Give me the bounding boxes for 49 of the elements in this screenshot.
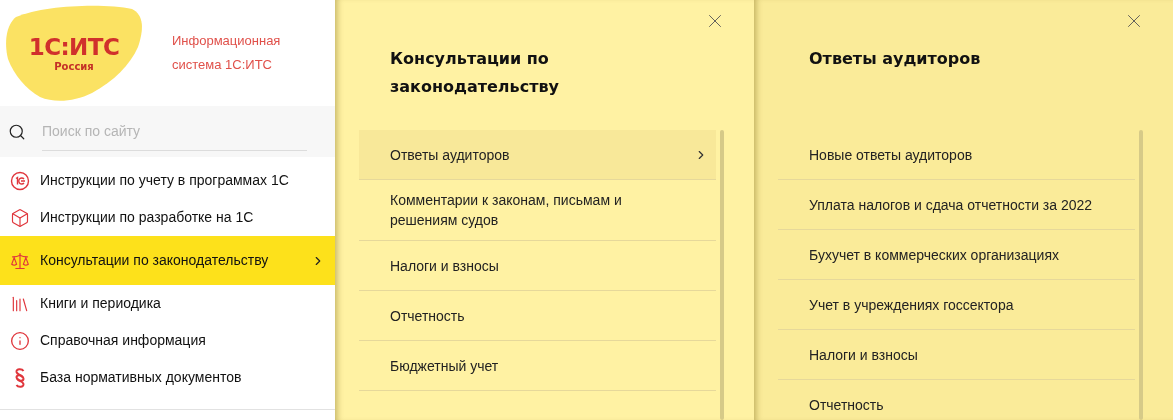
submenu-item[interactable]: Налоги и взносы (778, 330, 1135, 380)
nav-item[interactable]: Инструкции по учету в программах 1С (0, 162, 335, 199)
submenu-item-label: Бухучет в коммерческих организациях (809, 245, 1059, 265)
scales-icon (10, 250, 30, 271)
submenu-item[interactable]: Бюджетный учет (359, 341, 716, 391)
submenu-item-label: Отчетность (809, 395, 884, 415)
logo[interactable]: 1С:ИТС Россия (4, 3, 144, 103)
submenu-item-label: Комментарии к законам, письмам и решениям судов (390, 191, 623, 230)
submenu-item-label: Уплата налогов и сдача отчетности за 2022 (809, 195, 1093, 215)
submenu-item[interactable]: Отчетность (778, 380, 1135, 420)
nav-item-label: Консультации по законодательству (40, 251, 270, 270)
nav-item-label: Книги и периодика (40, 294, 162, 313)
nav-item-label: Справочная информация (40, 331, 207, 350)
panel-title: Ответы аудиторов (809, 48, 982, 70)
submenu-item[interactable]: Учет в учреждениях госсектора (778, 280, 1135, 330)
nav-item-label: База нормативных документов (40, 368, 243, 387)
nav-item-label: Инструкции по разработке на 1С (40, 208, 255, 227)
nav-item[interactable]: Консультации по законодательству (0, 236, 335, 285)
nav-item[interactable]: Справочная информация (0, 322, 335, 359)
search-icon (8, 122, 26, 141)
submenu-item[interactable]: Бухучет в коммерческих организациях (778, 230, 1135, 280)
scrollbar-track[interactable] (720, 130, 724, 420)
scrollbar-track[interactable] (1139, 130, 1143, 420)
section-sign-icon (13, 366, 27, 389)
submenu-item-label: Налоги и взносы (390, 256, 499, 276)
submenu-item[interactable]: Комментарии к законам, письмам и решениям судов (359, 180, 716, 241)
logo-region: Россия (54, 61, 94, 73)
nav-item-label: Инструкции по учету в программах 1С (40, 171, 290, 190)
submenu-item-label: Налоги и взносы (809, 345, 918, 365)
nav-item[interactable]: База нормативных документов (0, 359, 335, 396)
circle-logo-icon (10, 170, 30, 191)
submenu-item[interactable]: Новые ответы аудиторов (778, 130, 1135, 180)
submenu-item[interactable]: Уплата налогов и сдача отчетности за 2022 (778, 180, 1135, 230)
submenu-item[interactable]: Отчетность (359, 291, 716, 341)
nav-item[interactable]: Инструкции по разработке на 1С (0, 199, 335, 236)
submenu-item[interactable]: Налоги и взносы (359, 241, 716, 291)
search-field[interactable]: Поиск по сайту (0, 106, 335, 157)
info-icon (10, 330, 30, 351)
submenu-item-label: Новые ответы аудиторов (809, 145, 973, 165)
logo-wordmark: 1С:ИТС (28, 33, 120, 61)
submenu-item[interactable]: Ответы аудиторов (359, 130, 716, 180)
tagline: Информационная система 1С:ИТС (172, 32, 282, 74)
nav-item[interactable]: Книги и периодика (0, 285, 335, 322)
submenu-item-label: Отчетность (390, 306, 465, 326)
panel-title: Консультации по законодательству (390, 48, 560, 98)
cube-icon (10, 207, 30, 228)
submenu-item-label: Ответы аудиторов (390, 145, 510, 165)
submenu-item-label: Учет в учреждениях госсектора (809, 295, 1014, 315)
submenu-item-label: Бюджетный учет (390, 356, 499, 376)
